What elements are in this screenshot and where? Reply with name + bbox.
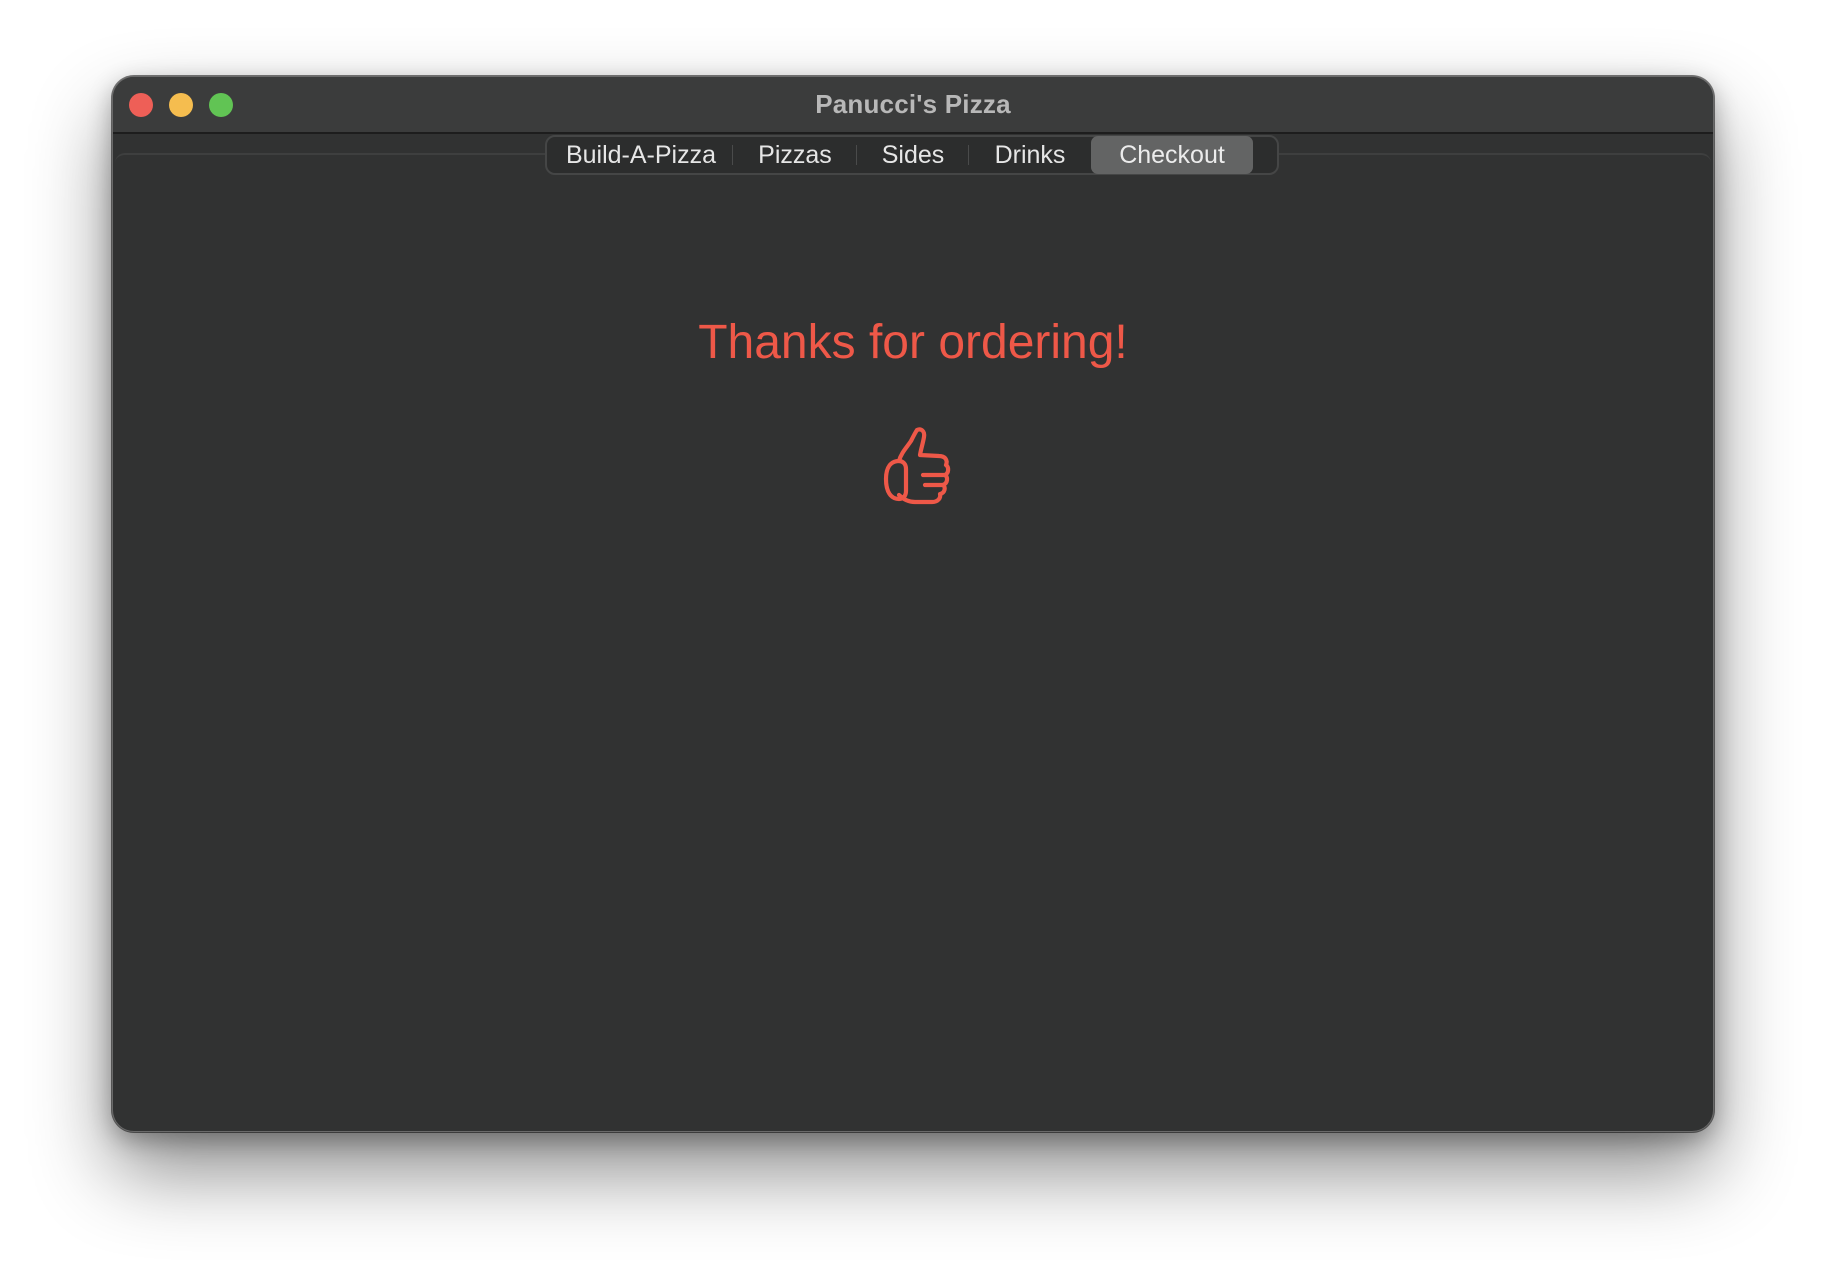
window-title: Panucci's Pizza (815, 89, 1011, 119)
thumbs-up-icon (883, 427, 951, 505)
tab-drinks[interactable]: Drinks (969, 136, 1091, 174)
tab-sides[interactable]: Sides (857, 136, 969, 174)
title-bar[interactable]: Panucci's Pizza (113, 77, 1713, 134)
thanks-message: Thanks for ordering! (698, 316, 1128, 369)
tab-build-a-pizza[interactable]: Build-A-Pizza (549, 136, 733, 174)
thumbs-up-cuff-outline (883, 458, 909, 502)
tab-segmented-control: Build-A-Pizza Pizzas Sides Drinks Checko… (545, 135, 1279, 175)
tab-content-area: Thanks for ordering! (115, 153, 1711, 1129)
tab-checkout[interactable]: Checkout (1091, 136, 1253, 174)
app-window: Panucci's Pizza Thanks for ordering! Bui… (112, 76, 1714, 1132)
tab-pizzas[interactable]: Pizzas (733, 136, 857, 174)
